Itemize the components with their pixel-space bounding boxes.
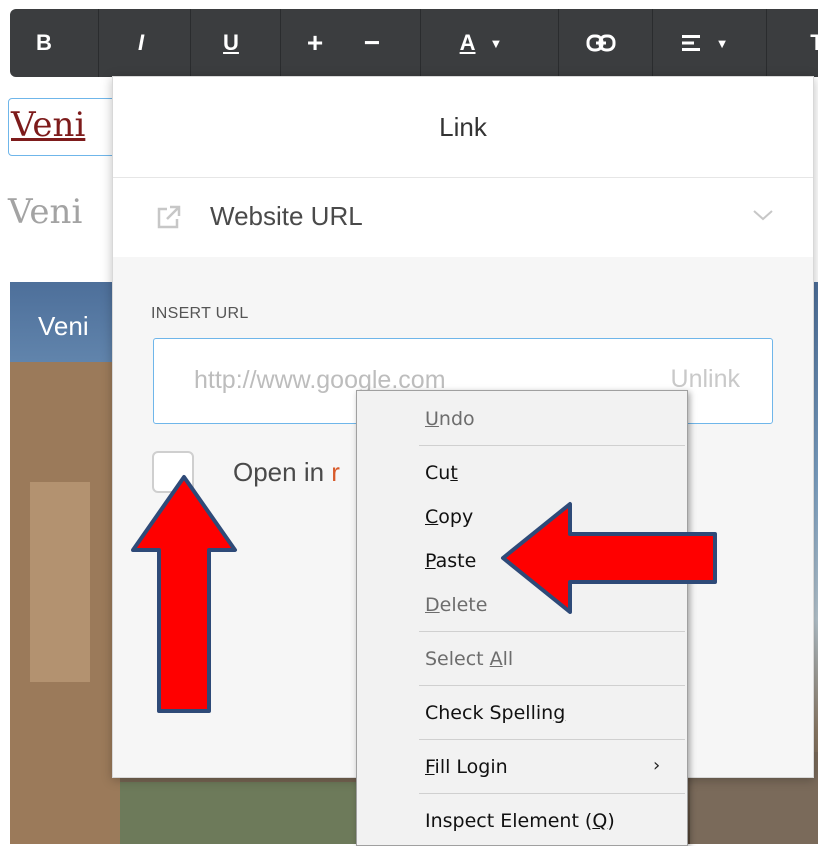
open-new-tab-label-highlight: r [331,457,340,487]
caret-down-icon: ▼ [715,35,729,51]
caret-down-icon: ▼ [489,35,503,51]
text-style-label: T [810,30,818,55]
text-color-label: A [459,30,476,55]
link-type-value: Website URL [210,201,363,231]
up-arrow-annotation [131,475,237,713]
italic-button[interactable]: I [106,9,176,77]
open-new-tab-label-text: Open in [233,457,332,487]
minus-icon: − [363,27,381,58]
heading-text: Veni [11,105,86,145]
menu-item-paste[interactable]: Paste [425,541,476,581]
plus-icon: + [306,27,324,58]
submenu-arrow-icon: › [653,755,661,776]
align-left-icon [681,35,700,51]
menu-item-undo[interactable]: Undo [425,399,475,439]
menu-item-check-spelling[interactable]: Check Spelling [425,693,565,733]
dialog-title: Link [113,77,813,178]
decrease-size-button[interactable]: − [342,9,402,77]
menu-item-copy[interactable]: Copy [425,497,473,537]
link-button[interactable] [566,9,636,77]
increase-size-button[interactable]: + [286,9,344,77]
bold-button[interactable]: B [10,9,78,77]
link-icon [586,34,616,52]
menu-item-select-all[interactable]: Select All [425,639,513,679]
menu-item-cut[interactable]: Cut [425,453,458,493]
underline-button[interactable]: U [196,9,266,77]
context-menu: Undo Cut Copy Paste Delete Select All Ch… [356,390,688,846]
menu-item-delete[interactable]: Delete [425,585,487,625]
italic-label: I [137,30,145,55]
link-type-select[interactable]: Website URL [113,177,813,258]
insert-url-label: INSERT URL [151,305,249,322]
chevron-down-icon [753,210,773,221]
align-button[interactable]: ▼ [662,9,748,77]
text-color-button[interactable]: A ▼ [438,9,524,77]
photo-caption: Veni [38,311,89,341]
subheading-text: Veni [8,192,83,232]
external-link-icon [157,205,181,229]
open-new-tab-label: Open in r [233,457,340,488]
menu-item-fill-login[interactable]: Fill Login [425,747,508,787]
bold-label: B [36,30,52,55]
text-style-button[interactable]: T [802,9,818,77]
formatting-toolbar: B I U + − A ▼ ▼ T [10,9,818,77]
menu-item-inspect-element[interactable]: Inspect Element (Q) [425,801,615,841]
underline-label: U [223,30,239,55]
left-arrow-annotation [501,502,717,614]
